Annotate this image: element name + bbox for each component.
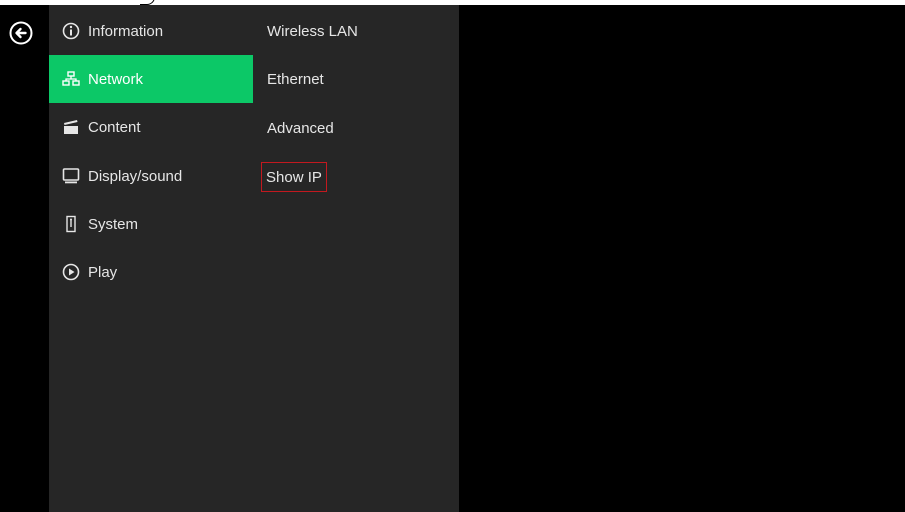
- menu-item-label: Display/sound: [88, 167, 183, 185]
- clapperboard-icon: [62, 118, 80, 136]
- menu-item-content[interactable]: Content: [49, 103, 253, 151]
- submenu-item-label: Ethernet: [267, 70, 324, 88]
- submenu-item-label: Show IP: [266, 168, 322, 186]
- menu-item-information[interactable]: Information: [49, 7, 253, 55]
- menu-item-display-sound[interactable]: Display/sound: [49, 152, 253, 200]
- menu-item-label: Network: [88, 70, 144, 88]
- back-arrow-icon: [9, 21, 33, 45]
- submenu-item-wireless-lan[interactable]: Wireless LAN: [261, 17, 364, 45]
- monitor-icon: [62, 167, 80, 185]
- menu-item-play[interactable]: Play: [49, 248, 253, 296]
- settings-screen: Information Network Content Display/soun…: [0, 0, 905, 512]
- submenu-item-ethernet[interactable]: Ethernet: [261, 65, 330, 93]
- submenu-item-show-ip[interactable]: Show IP: [261, 162, 327, 192]
- menu-item-label: System: [88, 215, 139, 233]
- back-button[interactable]: [9, 21, 33, 45]
- info-icon: [62, 22, 80, 40]
- submenu-item-label: Advanced: [267, 119, 334, 137]
- settings-menu-panel: Information Network Content Display/soun…: [49, 5, 459, 512]
- network-icon: [62, 70, 80, 88]
- system-icon: [62, 215, 80, 233]
- menu-item-label: Content: [88, 118, 141, 136]
- menu-item-label: Information: [88, 22, 164, 40]
- menu-item-system[interactable]: System: [49, 200, 253, 248]
- menu-item-network[interactable]: Network: [49, 55, 253, 103]
- submenu-item-advanced[interactable]: Advanced: [261, 114, 340, 142]
- play-icon: [62, 263, 80, 281]
- menu-item-label: Play: [88, 263, 118, 281]
- submenu-item-label: Wireless LAN: [267, 22, 358, 40]
